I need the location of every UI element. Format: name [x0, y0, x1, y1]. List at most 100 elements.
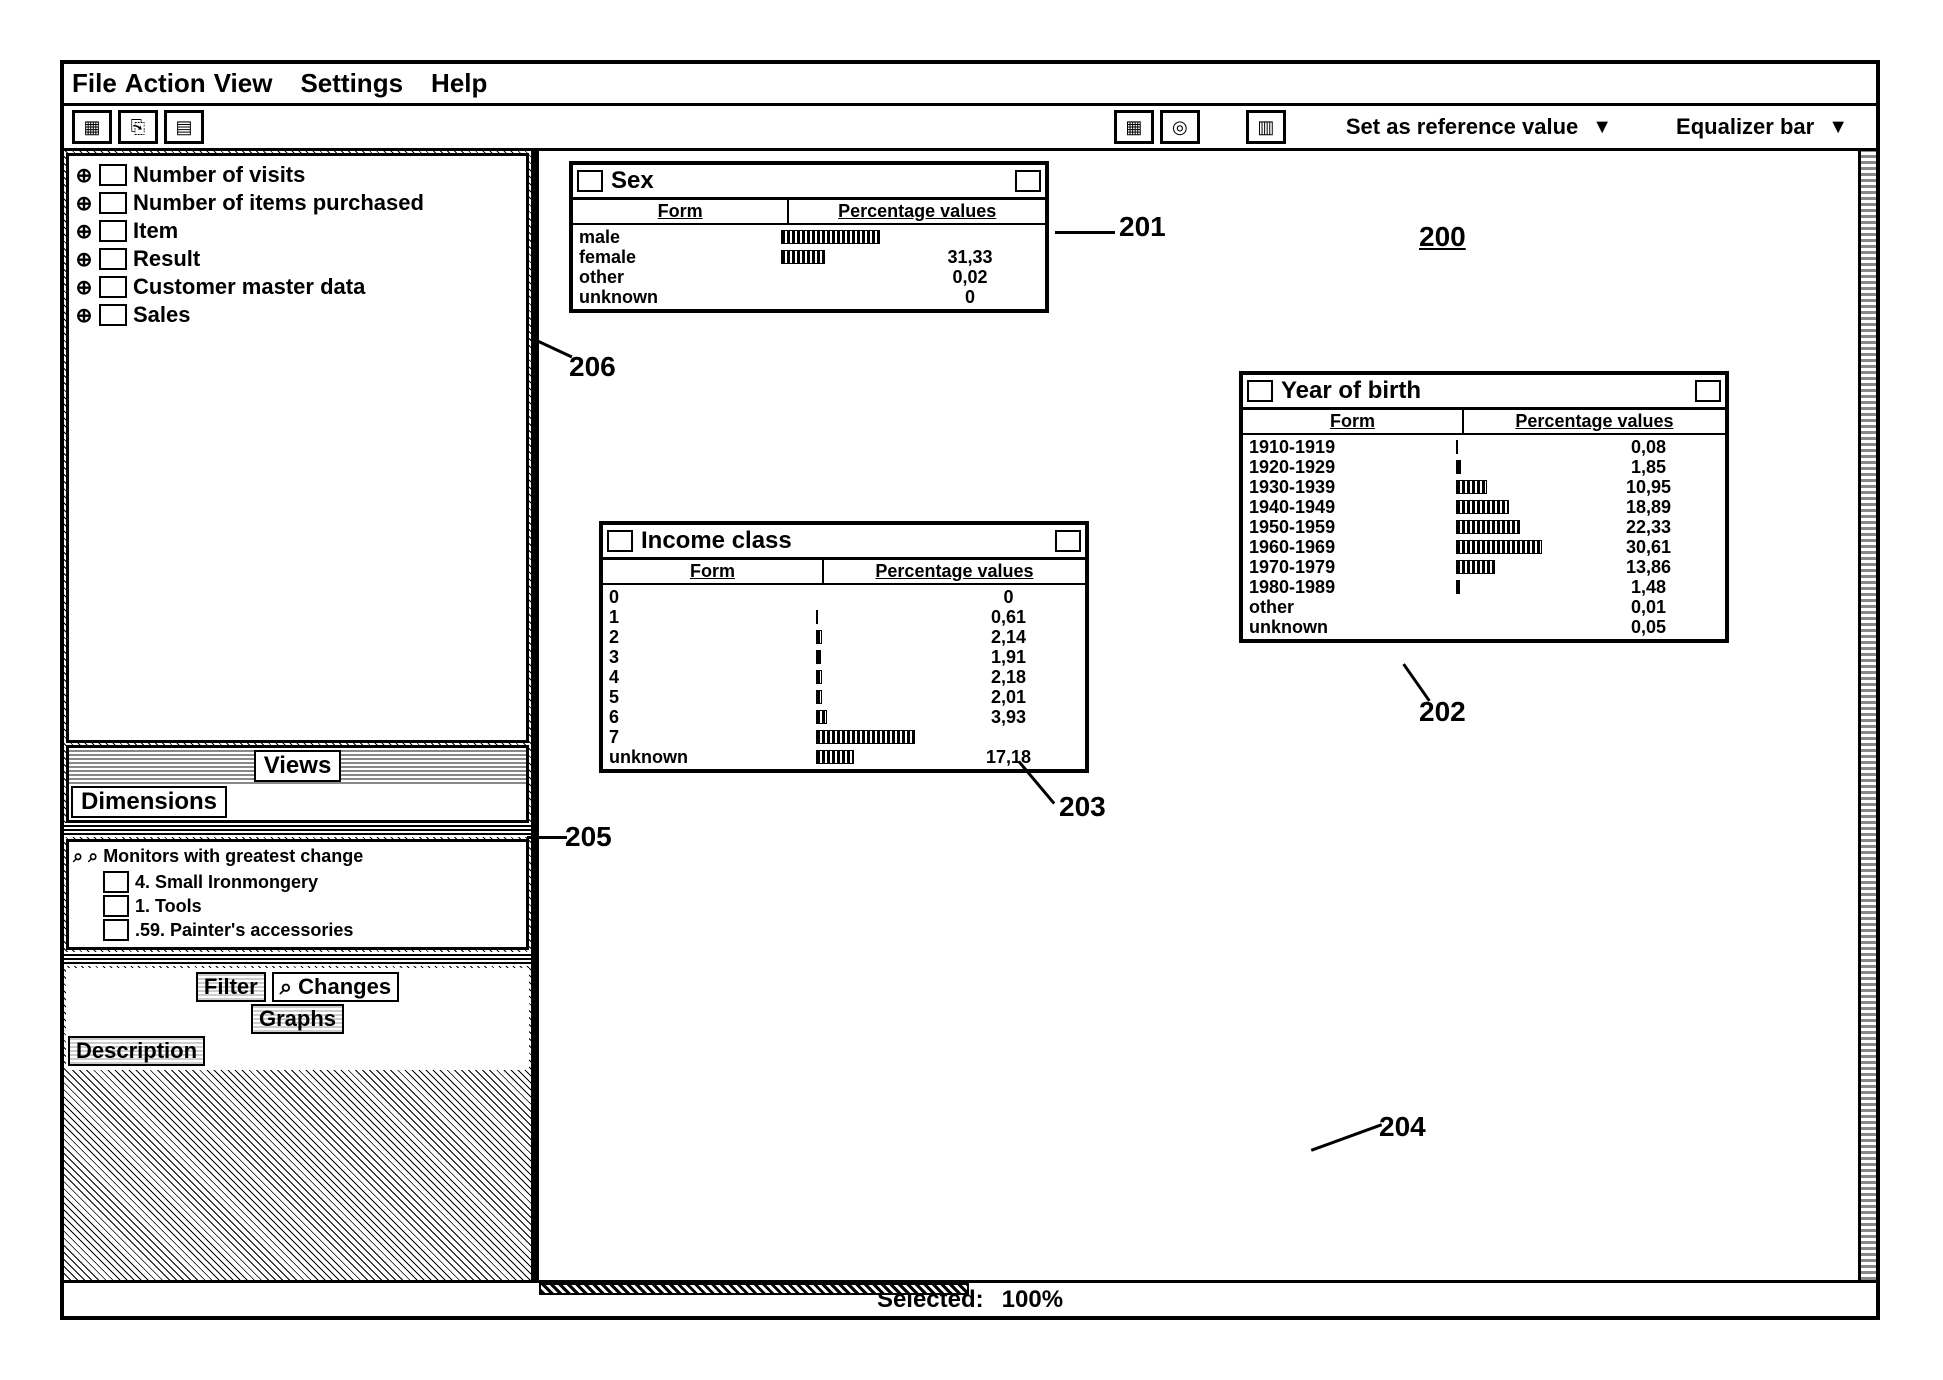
- monitor-item[interactable]: 4. Small Ironmongery: [103, 871, 522, 893]
- set-reference-dropdown-icon[interactable]: ▼: [1592, 116, 1612, 139]
- data-row[interactable]: 10,61: [609, 607, 1079, 627]
- row-label: 1950-1959: [1249, 517, 1456, 537]
- equalizer-dropdown-icon[interactable]: ▼: [1828, 116, 1848, 139]
- row-label: 3: [609, 647, 816, 667]
- row-label: 2: [609, 627, 816, 647]
- row-label: 1920-1929: [1249, 457, 1456, 477]
- bar-icon: [816, 730, 915, 744]
- menu-settings[interactable]: Settings: [300, 68, 403, 99]
- side-tabs: Views Dimensions: [66, 745, 529, 823]
- set-reference-value-label[interactable]: Set as reference value: [1346, 114, 1578, 140]
- tree-item-items-purchased[interactable]: ⊕Number of items purchased: [75, 190, 520, 216]
- data-row[interactable]: other0,02: [579, 267, 1039, 287]
- row-bar-cell: [1456, 560, 1578, 574]
- row-bar-cell: [1456, 480, 1578, 494]
- toolbar-icon-4[interactable]: ▦: [1114, 110, 1154, 144]
- folder-icon: [99, 276, 127, 298]
- annotation-206: 206: [569, 351, 616, 383]
- tab-description[interactable]: Description: [68, 1036, 205, 1066]
- toolbar-icon-3[interactable]: ▤: [164, 110, 204, 144]
- data-row[interactable]: 42,18: [609, 667, 1079, 687]
- data-row[interactable]: female31,33: [579, 247, 1039, 267]
- panel-control-icon[interactable]: [1695, 380, 1721, 402]
- tab-graphs[interactable]: Graphs: [251, 1004, 344, 1034]
- tree-item-sales[interactable]: ⊕Sales: [75, 302, 520, 328]
- row-bar-cell: [816, 650, 938, 664]
- data-row[interactable]: 1950-195922,33: [1249, 517, 1719, 537]
- panel-sex[interactable]: Sex Form Percentage values malefemale31,…: [569, 161, 1049, 313]
- data-row[interactable]: unknown0,05: [1249, 617, 1719, 637]
- row-value: 3,93: [938, 707, 1079, 727]
- expand-icon[interactable]: ⊕: [75, 303, 93, 328]
- tree-item-item[interactable]: ⊕Item: [75, 218, 520, 244]
- scrollbar-vertical[interactable]: [1858, 151, 1876, 1280]
- bar-icon: [816, 670, 823, 684]
- menu-file[interactable]: File: [72, 68, 117, 99]
- toolbar-icon-1[interactable]: ▦: [72, 110, 112, 144]
- data-row[interactable]: 1980-19891,48: [1249, 577, 1719, 597]
- row-value: 1,91: [938, 647, 1079, 667]
- panel-control-icon[interactable]: [1055, 530, 1081, 552]
- expand-icon[interactable]: ⊕: [75, 247, 93, 272]
- tab-views[interactable]: Views: [254, 750, 342, 782]
- toolbar-icon-6[interactable]: ▥: [1246, 110, 1286, 144]
- bar-icon: [1456, 520, 1520, 534]
- table-icon: [103, 919, 129, 941]
- data-row[interactable]: 22,14: [609, 627, 1079, 647]
- expand-icon[interactable]: ⊕: [75, 191, 93, 216]
- bar-icon: [816, 630, 823, 644]
- status-hatch: [539, 1283, 969, 1295]
- data-row[interactable]: 1910-19190,08: [1249, 437, 1719, 457]
- toolbar: ▦ ⎘ ▤ ▦ ◎ ▥ Set as reference value ▼ Equ…: [64, 103, 1876, 151]
- expand-icon[interactable]: ⊕: [75, 219, 93, 244]
- row-label: 4: [609, 667, 816, 687]
- monitor-item[interactable]: .59. Painter's accessories: [103, 919, 522, 941]
- panel-income-class[interactable]: Income class Form Percentage values 0010…: [599, 521, 1089, 773]
- data-row[interactable]: 1960-196930,61: [1249, 537, 1719, 557]
- row-bar-cell: [1456, 500, 1578, 514]
- annotation-204: 204: [1379, 1111, 1426, 1143]
- data-row[interactable]: unknown17,18: [609, 747, 1079, 767]
- menu-view[interactable]: View: [214, 68, 273, 99]
- data-row[interactable]: unknown0: [579, 287, 1039, 307]
- data-row[interactable]: 63,93: [609, 707, 1079, 727]
- monitor-item[interactable]: 1. Tools: [103, 895, 522, 917]
- panel-icon: [607, 530, 633, 552]
- tree-item-result[interactable]: ⊕Result: [75, 246, 520, 272]
- expand-icon[interactable]: ⊕: [75, 163, 93, 188]
- tab-dimensions[interactable]: Dimensions: [71, 786, 227, 818]
- data-row[interactable]: 00: [609, 587, 1079, 607]
- tab-filter[interactable]: Filter: [196, 972, 266, 1002]
- table-icon: [103, 871, 129, 893]
- menu-action[interactable]: Action: [125, 68, 206, 99]
- app-window: File Action View Settings Help ▦ ⎘ ▤ ▦ ◎…: [60, 60, 1880, 1320]
- panel-control-icon[interactable]: [1015, 170, 1041, 192]
- panel-year-of-birth[interactable]: Year of birth Form Percentage values 191…: [1239, 371, 1729, 643]
- folder-icon: [99, 192, 127, 214]
- tree-item-customer-master[interactable]: ⊕Customer master data: [75, 274, 520, 300]
- toolbar-icon-2[interactable]: ⎘: [118, 110, 158, 144]
- row-bar-cell: [816, 690, 938, 704]
- data-row[interactable]: 52,01: [609, 687, 1079, 707]
- tree-item-visits[interactable]: ⊕Number of visits: [75, 162, 520, 188]
- col-form: Form: [603, 560, 824, 583]
- data-row[interactable]: male: [579, 227, 1039, 247]
- panel-icon: [1247, 380, 1273, 402]
- data-row[interactable]: 31,91: [609, 647, 1079, 667]
- data-row[interactable]: 1970-197913,86: [1249, 557, 1719, 577]
- annotation-200: 200: [1419, 221, 1466, 253]
- data-row[interactable]: 7: [609, 727, 1079, 747]
- sidebar: ⊕Number of visits ⊕Number of items purch…: [64, 151, 539, 1280]
- expand-icon[interactable]: ⊕: [75, 275, 93, 300]
- data-row[interactable]: 1930-193910,95: [1249, 477, 1719, 497]
- data-row[interactable]: other0,01: [1249, 597, 1719, 617]
- bar-icon: [1456, 540, 1542, 554]
- data-row[interactable]: 1920-19291,85: [1249, 457, 1719, 477]
- data-row[interactable]: 1940-194918,89: [1249, 497, 1719, 517]
- menu-help[interactable]: Help: [431, 68, 487, 99]
- panel-title-text: Year of birth: [1281, 377, 1695, 405]
- equalizer-bar-label[interactable]: Equalizer bar: [1676, 114, 1814, 140]
- tab-changes[interactable]: ⌕ Changes: [272, 972, 399, 1002]
- toolbar-icon-5[interactable]: ◎: [1160, 110, 1200, 144]
- leader-line: [1311, 1123, 1383, 1151]
